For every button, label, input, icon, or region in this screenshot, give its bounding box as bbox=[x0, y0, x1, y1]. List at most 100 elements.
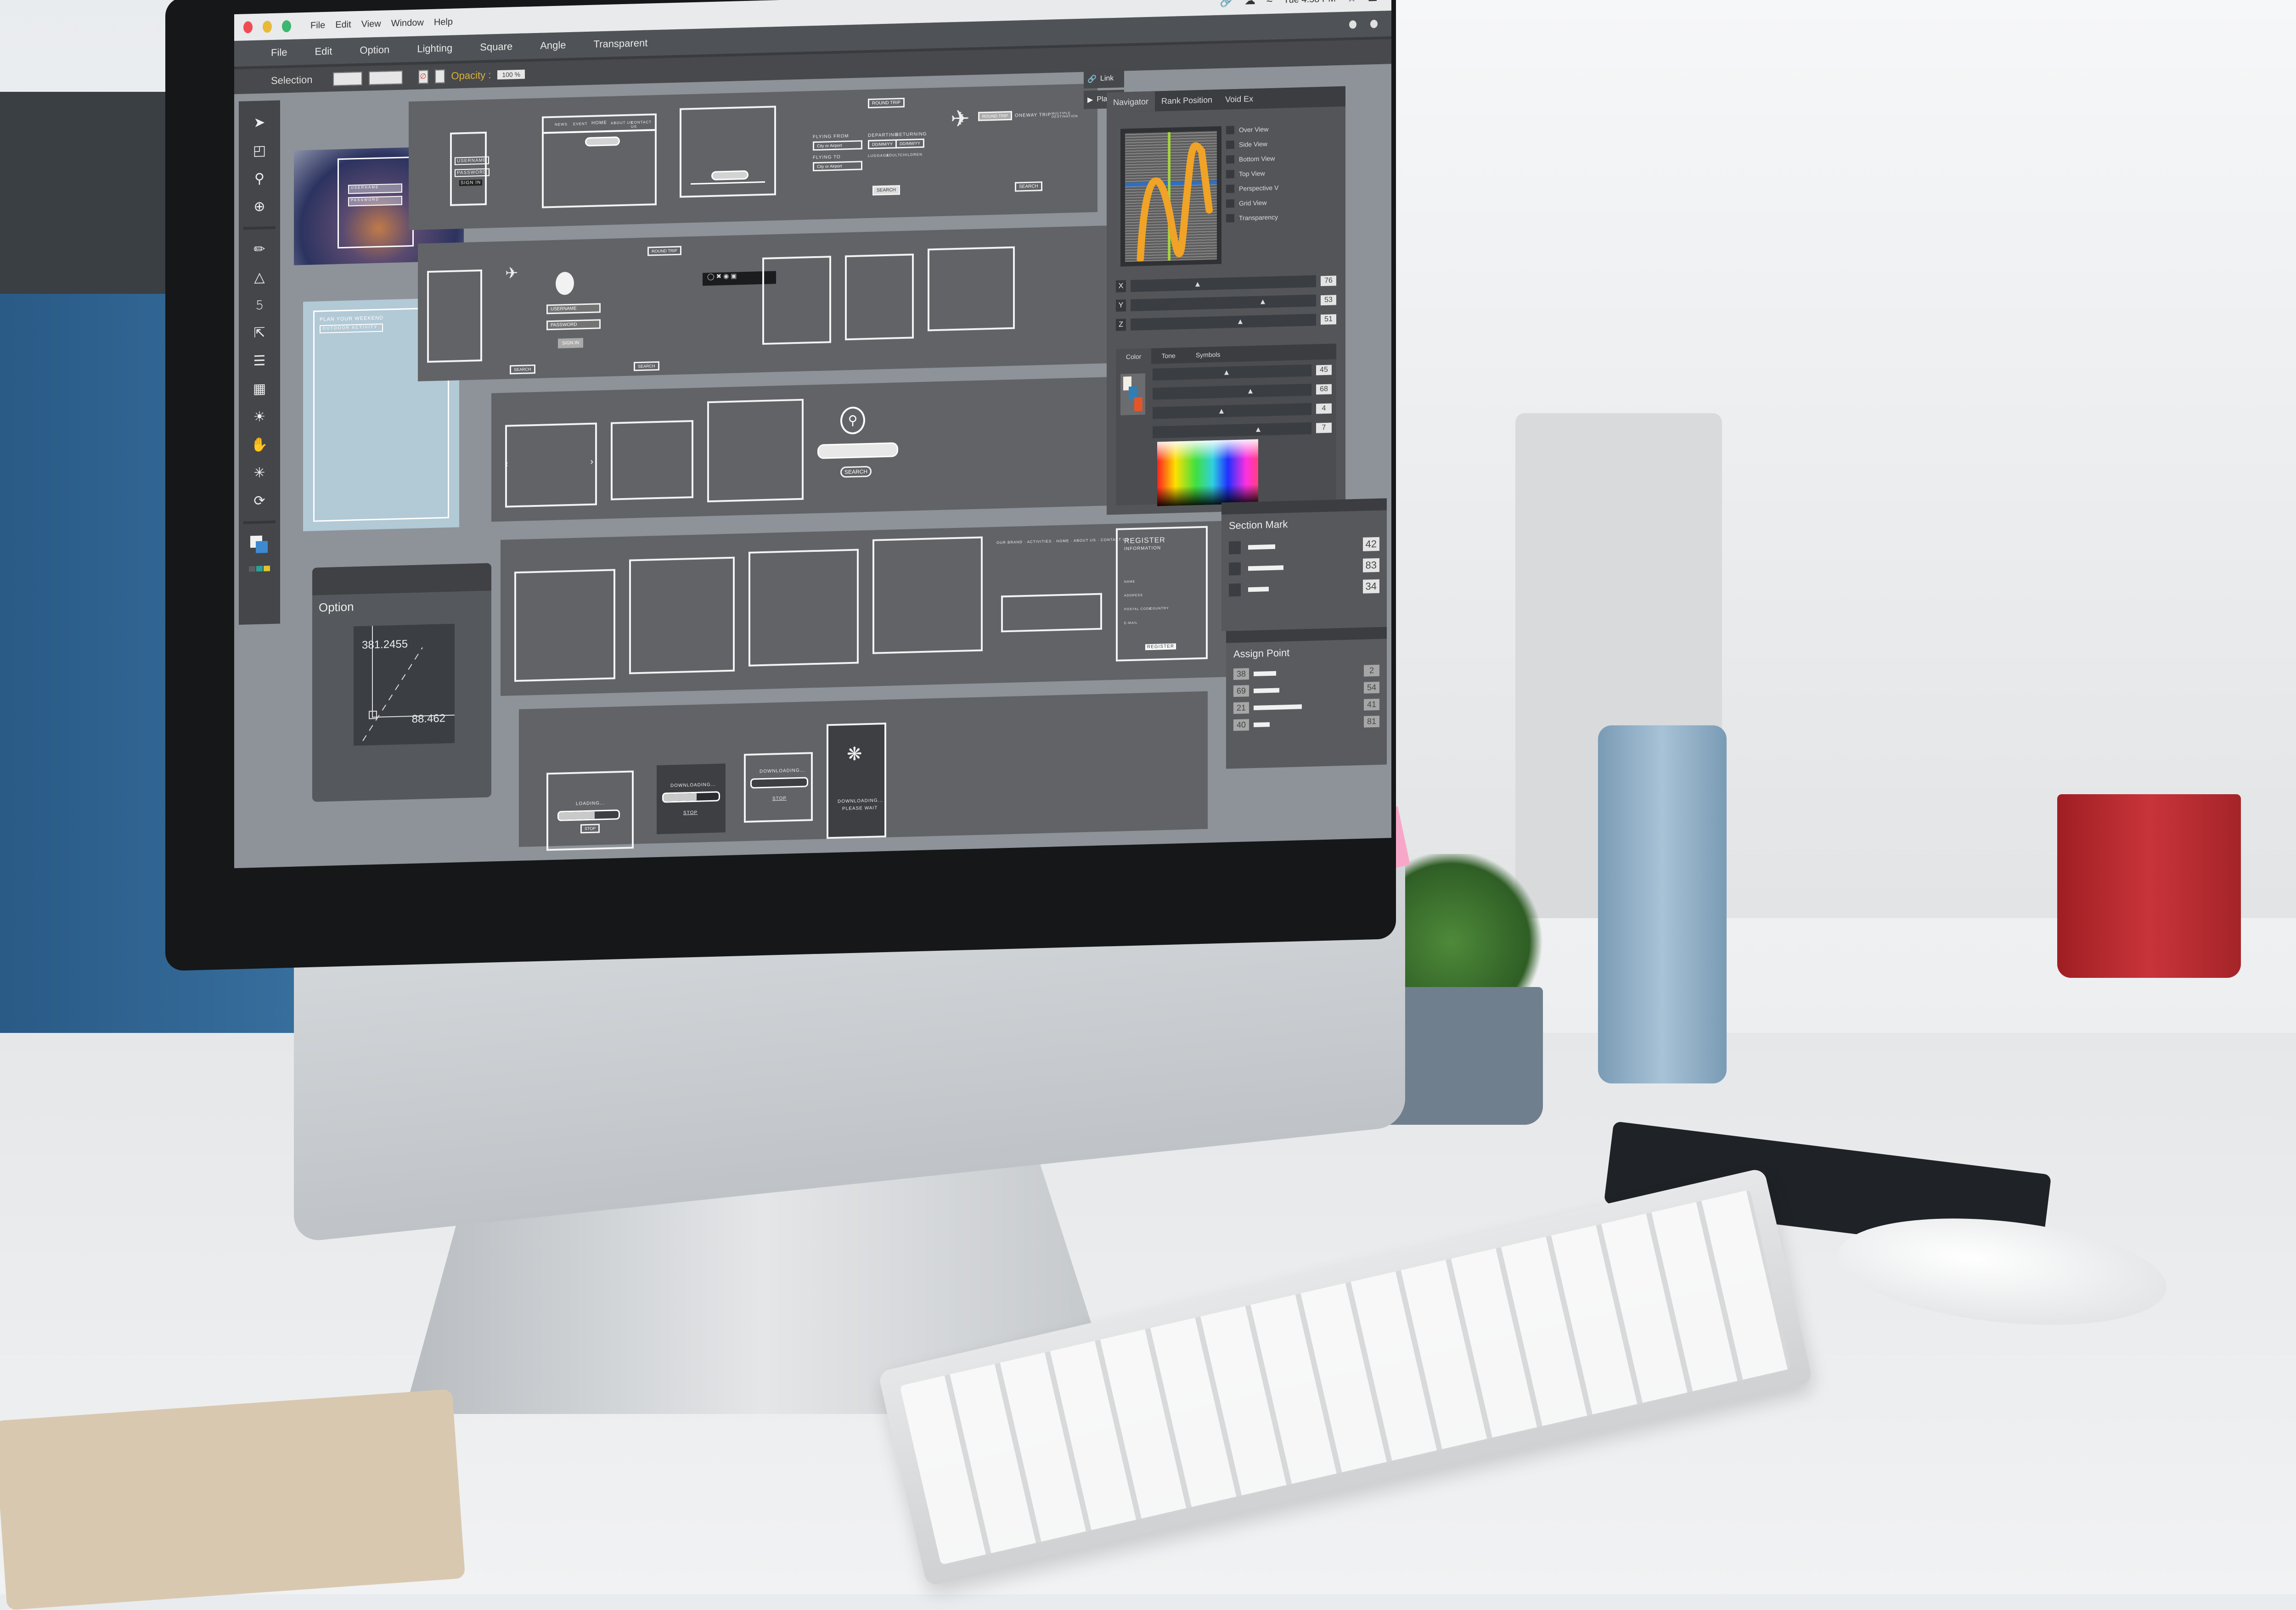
mark-swatch[interactable] bbox=[1229, 583, 1241, 597]
coordinate-graph[interactable]: 381.2455 88.462 bbox=[354, 623, 455, 746]
color-slider[interactable] bbox=[1153, 403, 1311, 419]
link-button[interactable]: 🔗 Link bbox=[1084, 69, 1124, 89]
view-option[interactable]: Over View bbox=[1226, 125, 1278, 135]
view-option[interactable]: Top View bbox=[1226, 169, 1278, 179]
blank-page-mockup[interactable] bbox=[680, 106, 776, 198]
slider-thumb[interactable] bbox=[1224, 370, 1229, 375]
view-checkbox[interactable] bbox=[1226, 140, 1234, 149]
mac-menu-help[interactable]: Help bbox=[434, 17, 453, 28]
minimize-window-button[interactable] bbox=[263, 21, 272, 33]
assign-left-value[interactable]: 40 bbox=[1233, 719, 1249, 731]
assign-bar[interactable] bbox=[1254, 671, 1276, 676]
view-option[interactable]: Grid View bbox=[1226, 198, 1278, 208]
assign-right-value[interactable]: 54 bbox=[1364, 681, 1379, 694]
mac-menu-file[interactable]: File bbox=[310, 20, 325, 31]
spinner-mockup[interactable]: ❋ DOWNLOADING... PLEASE WAIT bbox=[827, 722, 886, 839]
mark-value[interactable]: 42 bbox=[1362, 537, 1379, 551]
menu-square[interactable]: Square bbox=[480, 40, 512, 53]
browser-mockup[interactable] bbox=[845, 253, 914, 341]
color-chips[interactable] bbox=[1120, 373, 1145, 415]
menu-lighting[interactable]: Lighting bbox=[417, 42, 452, 55]
slider-thumb[interactable] bbox=[1195, 282, 1200, 287]
view-checkbox[interactable] bbox=[1226, 126, 1234, 135]
y-value[interactable]: 53 bbox=[1321, 295, 1336, 306]
slider-thumb[interactable] bbox=[1219, 409, 1224, 414]
login-mockup[interactable]: USERNAME PASSWORD SIGN IN bbox=[450, 131, 490, 206]
download-dark-mockup[interactable]: DOWNLOADING... STOP bbox=[657, 763, 726, 835]
mark-bar[interactable] bbox=[1248, 565, 1283, 571]
website-mockup[interactable]: NEWS EVENT HOME ABOUT US CONTACT US bbox=[542, 113, 657, 208]
assign-bar[interactable] bbox=[1254, 688, 1279, 693]
assign-bar[interactable] bbox=[1254, 704, 1302, 710]
register-form-mockup[interactable]: REGISTER INFORMATION NAME ADDRESS POSTAL… bbox=[1116, 526, 1208, 662]
window-dot[interactable] bbox=[1370, 19, 1378, 28]
slider-thumb[interactable] bbox=[1255, 427, 1261, 432]
color-spectrum-picker[interactable] bbox=[1157, 439, 1258, 506]
mark-value[interactable]: 83 bbox=[1362, 558, 1379, 572]
opacity-field[interactable]: 100 % bbox=[497, 69, 525, 80]
color-slider[interactable] bbox=[1153, 364, 1311, 381]
view-checkbox[interactable] bbox=[1226, 155, 1234, 164]
color-value[interactable]: 45 bbox=[1316, 365, 1332, 376]
view-checkbox[interactable] bbox=[1226, 199, 1234, 208]
option-panel-header[interactable] bbox=[312, 563, 491, 595]
assign-left-value[interactable]: 38 bbox=[1233, 668, 1249, 680]
tab-tone[interactable]: Tone bbox=[1151, 352, 1185, 360]
close-window-button[interactable] bbox=[243, 21, 253, 34]
mac-menu-view[interactable]: View bbox=[361, 18, 381, 29]
weekend-mockup-small[interactable] bbox=[427, 269, 482, 363]
pen-icon[interactable]: ✏ bbox=[253, 241, 265, 258]
clock[interactable]: Tue 4:58 PM bbox=[1283, 0, 1336, 6]
view-checkbox[interactable] bbox=[1226, 214, 1234, 223]
zoom-window-button[interactable] bbox=[282, 20, 291, 33]
cloud-upload-icon[interactable]: ☁ bbox=[1244, 0, 1255, 7]
color-value[interactable]: 4 bbox=[1316, 403, 1332, 414]
view-option[interactable]: Side View bbox=[1226, 140, 1278, 149]
zoom-icon[interactable]: ⚲ bbox=[254, 170, 264, 187]
slider-thumb[interactable] bbox=[1260, 299, 1265, 304]
color-value[interactable]: 7 bbox=[1316, 422, 1332, 433]
layers-icon[interactable]: ☰ bbox=[253, 353, 266, 369]
assign-left-value[interactable]: 69 bbox=[1233, 685, 1249, 697]
swatch[interactable] bbox=[264, 566, 270, 572]
tab-navigator[interactable]: Navigator bbox=[1107, 91, 1155, 113]
hamburger-menu-icon[interactable]: ☰ bbox=[1367, 0, 1378, 4]
view-option[interactable]: Perspective V bbox=[1226, 184, 1278, 193]
cursor-layer-icon[interactable]: ⇱ bbox=[253, 325, 265, 341]
dialog-mockup[interactable] bbox=[611, 420, 693, 500]
color-slider[interactable] bbox=[1153, 383, 1311, 400]
star-icon[interactable]: ☆ bbox=[1347, 0, 1357, 5]
menu-option[interactable]: Option bbox=[360, 44, 389, 56]
tab-void-ex[interactable]: Void Ex bbox=[1219, 94, 1260, 104]
menu-file[interactable]: File bbox=[271, 46, 287, 59]
assign-right-value[interactable]: 81 bbox=[1364, 715, 1379, 728]
wifi-icon[interactable]: ≈ bbox=[1266, 0, 1272, 6]
menu-transparent[interactable]: Transparent bbox=[594, 37, 648, 50]
swatch[interactable] bbox=[256, 566, 263, 572]
y-slider[interactable] bbox=[1131, 294, 1316, 312]
light-angle-icon[interactable]: ☀ bbox=[253, 409, 266, 425]
mark-swatch[interactable] bbox=[1229, 562, 1241, 576]
browser-mockup[interactable] bbox=[928, 246, 1015, 331]
swatch[interactable] bbox=[249, 566, 255, 572]
z-slider[interactable] bbox=[1131, 314, 1316, 331]
login-card-mockup[interactable] bbox=[1001, 593, 1102, 633]
mac-menu-edit[interactable]: Edit bbox=[335, 19, 351, 30]
window-dot[interactable] bbox=[1349, 20, 1356, 29]
loading-dialog-mockup[interactable]: LOADING... STOP bbox=[546, 770, 634, 851]
search-page-mockup[interactable] bbox=[514, 569, 615, 682]
assign-bar[interactable] bbox=[1254, 722, 1270, 727]
download-light-mockup[interactable]: DOWNLOADING... STOP bbox=[744, 752, 813, 823]
column-layout-mockup[interactable] bbox=[872, 536, 983, 654]
sidebar-layout-mockup[interactable] bbox=[748, 549, 859, 667]
shape-icon[interactable]: ◰ bbox=[253, 142, 266, 159]
menu-edit[interactable]: Edit bbox=[315, 45, 332, 58]
link-icon[interactable]: 🔗 bbox=[1220, 0, 1233, 8]
view-checkbox[interactable] bbox=[1226, 185, 1234, 193]
arrow-select-icon[interactable]: ➤ bbox=[253, 114, 265, 131]
view-option[interactable]: Bottom View bbox=[1226, 154, 1278, 164]
color-value[interactable]: 68 bbox=[1316, 384, 1332, 395]
mark-swatch[interactable] bbox=[1229, 541, 1241, 555]
assign-right-value[interactable]: 41 bbox=[1364, 698, 1379, 711]
height-field[interactable] bbox=[368, 70, 403, 85]
